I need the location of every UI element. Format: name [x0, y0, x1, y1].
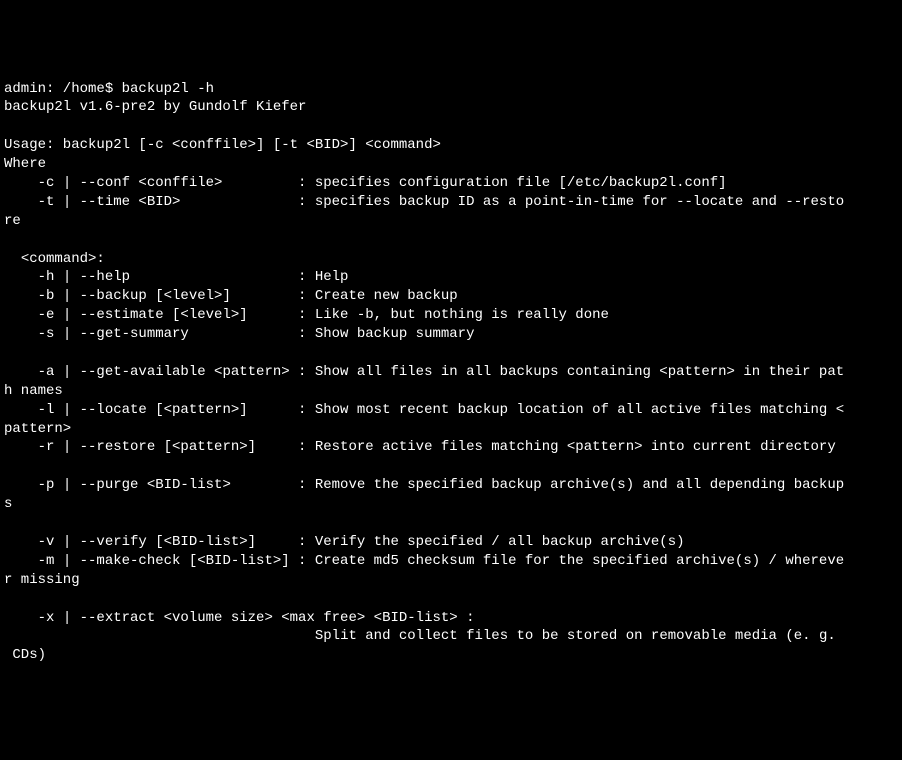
option-x-wrap: Split and collect files to be stored on …	[4, 628, 836, 644]
terminal-output[interactable]: admin: /home$ backup2l -h backup2l v1.6-…	[4, 80, 898, 666]
option-s: -s | --get-summary : Show backup summary	[4, 326, 474, 342]
option-c: -c | --conf <conffile> : specifies confi…	[4, 175, 727, 191]
option-v: -v | --verify [<BID-list>] : Verify the …	[4, 534, 685, 550]
option-p: -p | --purge <BID-list> : Remove the spe…	[4, 477, 844, 493]
option-m-wrap: r missing	[4, 572, 80, 588]
option-p-wrap: s	[4, 496, 12, 512]
prompt: admin: /home$	[4, 81, 122, 97]
option-x-wrap2: CDs)	[4, 647, 46, 663]
option-h: -h | --help : Help	[4, 269, 348, 285]
option-a: -a | --get-available <pattern> : Show al…	[4, 364, 844, 380]
option-m: -m | --make-check [<BID-list>] : Create …	[4, 553, 844, 569]
option-r: -r | --restore [<pattern>] : Restore act…	[4, 439, 836, 455]
option-t-wrap: re	[4, 213, 21, 229]
version-line: backup2l v1.6-pre2 by Gundolf Kiefer	[4, 99, 306, 115]
usage-line: Usage: backup2l [-c <conffile>] [-t <BID…	[4, 137, 441, 153]
option-t: -t | --time <BID> : specifies backup ID …	[4, 194, 844, 210]
option-x: -x | --extract <volume size> <max free> …	[4, 610, 474, 626]
where-line: Where	[4, 156, 46, 172]
option-l-wrap: pattern>	[4, 421, 71, 437]
typed-command: backup2l -h	[122, 81, 214, 97]
option-e: -e | --estimate [<level>] : Like -b, but…	[4, 307, 609, 323]
option-a-wrap: h names	[4, 383, 63, 399]
command-header: <command>:	[4, 251, 105, 267]
option-b: -b | --backup [<level>] : Create new bac…	[4, 288, 458, 304]
option-l: -l | --locate [<pattern>] : Show most re…	[4, 402, 844, 418]
